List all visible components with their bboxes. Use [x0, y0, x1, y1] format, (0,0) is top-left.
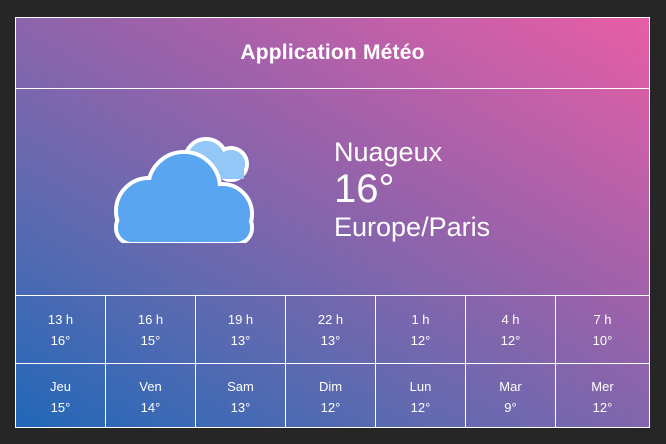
daily-day: Mar [499, 378, 522, 394]
daily-day: Jeu [50, 378, 71, 394]
hourly-temp: 16° [50, 332, 71, 348]
daily-day: Sam [227, 378, 254, 394]
hourly-time: 1 h [411, 311, 430, 327]
daily-cell: Mar 9° [466, 364, 556, 427]
app-title: Application Météo [240, 41, 425, 64]
hourly-forecast: 13 h 16° 16 h 15° 19 h 13° 22 h 13° 1 h … [16, 296, 649, 364]
app-header: Application Météo [16, 18, 649, 89]
daily-day: Lun [409, 378, 432, 394]
daily-cell: Lun 12° [376, 364, 466, 427]
daily-cell: Ven 14° [106, 364, 196, 427]
daily-day: Mer [591, 378, 614, 394]
daily-temp: 9° [504, 399, 517, 415]
hourly-temp: 10° [592, 332, 613, 348]
daily-forecast: Jeu 15° Ven 14° Sam 13° Dim 12° Lun 12° … [16, 364, 649, 427]
current-weather: Nuageux 16° Europe/Paris [16, 89, 649, 296]
hourly-cell: 22 h 13° [286, 296, 376, 363]
daily-cell: Jeu 15° [16, 364, 106, 427]
hourly-temp: 12° [410, 332, 431, 348]
daily-temp: 12° [592, 399, 613, 415]
daily-day: Dim [318, 378, 343, 394]
daily-temp: 13° [230, 399, 251, 415]
hourly-time: 19 h [227, 311, 254, 327]
hourly-time: 22 h [317, 311, 344, 327]
daily-cell: Sam 13° [196, 364, 286, 427]
daily-cell: Mer 12° [556, 364, 649, 427]
hourly-temp: 15° [140, 332, 161, 348]
daily-cell: Dim 12° [286, 364, 376, 427]
daily-day: Ven [139, 378, 162, 394]
daily-temp: 15° [50, 399, 71, 415]
hourly-time: 7 h [593, 311, 612, 327]
hourly-temp: 13° [320, 332, 341, 348]
hourly-time: 13 h [47, 311, 74, 327]
current-summary: Nuageux 16° Europe/Paris [334, 137, 490, 243]
daily-temp: 12° [320, 399, 341, 415]
hourly-time: 16 h [137, 311, 164, 327]
condition-label: Nuageux [334, 137, 443, 167]
hourly-cell: 16 h 15° [106, 296, 196, 363]
timezone-label: Europe/Paris [334, 212, 491, 242]
hourly-cell: 13 h 16° [16, 296, 106, 363]
hourly-temp: 12° [500, 332, 521, 348]
weather-app: Application Météo Nuageux 16° Europe/Par… [15, 17, 650, 428]
hourly-cell: 7 h 10° [556, 296, 649, 363]
hourly-cell: 19 h 13° [196, 296, 286, 363]
current-temperature: 16° [334, 167, 395, 211]
hourly-cell: 1 h 12° [376, 296, 466, 363]
daily-temp: 14° [140, 399, 161, 415]
hourly-time: 4 h [501, 311, 520, 327]
cloudy-icon [114, 137, 254, 243]
hourly-cell: 4 h 12° [466, 296, 556, 363]
daily-temp: 12° [410, 399, 431, 415]
hourly-temp: 13° [230, 332, 251, 348]
